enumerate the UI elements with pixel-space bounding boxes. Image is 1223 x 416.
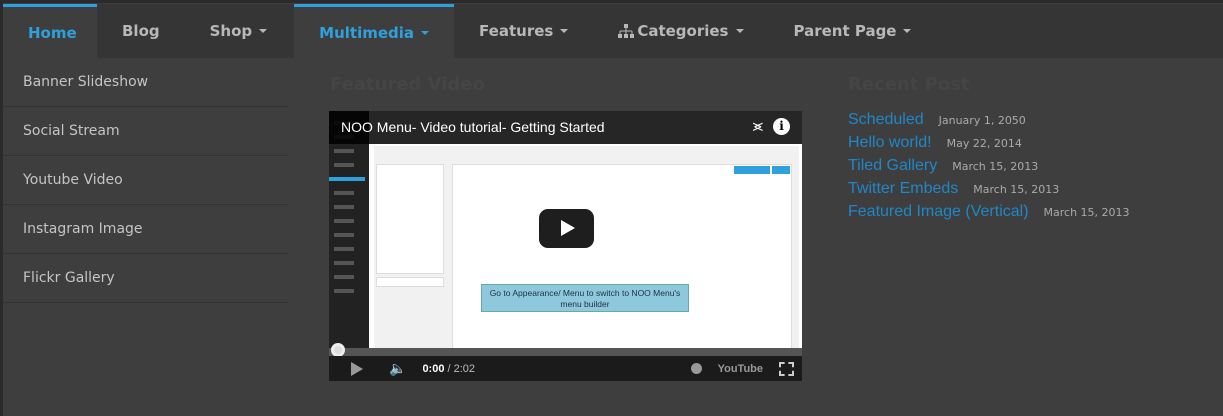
list-item: Scheduled January 1, 2050	[848, 111, 1130, 134]
youtube-player[interactable]: NOO Menu- Video tutorial- Getting Starte…	[329, 111, 802, 381]
submenu-item[interactable]: Youtube Video	[3, 156, 288, 205]
progress-bar[interactable]	[329, 348, 802, 356]
info-icon[interactable]: i	[773, 118, 790, 135]
nav-multimedia[interactable]: Multimedia	[294, 4, 455, 58]
progress-scrubber[interactable]	[331, 343, 345, 357]
submenu-item[interactable]: Social Stream	[3, 107, 288, 156]
nav-label: Shop	[209, 22, 253, 40]
post-link[interactable]: Hello world!	[848, 134, 932, 152]
duration: / 2:02	[447, 362, 475, 375]
nav-home[interactable]: Home	[3, 4, 97, 58]
video-annotation[interactable]: Go to Appearance/ Menu to switch to NOO …	[481, 284, 689, 312]
video-title-text: NOO Menu- Video tutorial- Getting Starte…	[341, 119, 605, 135]
page: Home Blog Shop Multimedia Features Categ…	[3, 3, 1223, 416]
caret-down-icon	[903, 29, 912, 33]
multimedia-submenu: Banner Slideshow Social Stream Youtube V…	[3, 58, 288, 303]
recent-posts-list: Scheduled January 1, 2050 Hello world! May…	[848, 111, 1130, 226]
nav-label: Parent Page	[793, 22, 897, 40]
post-date: March 15, 2013	[1043, 206, 1130, 219]
post-link[interactable]: Scheduled	[848, 111, 924, 129]
volume-icon[interactable]: 🔈	[389, 360, 406, 377]
post-date: March 15, 2013	[952, 160, 1039, 173]
sitemap-icon	[618, 24, 635, 38]
nav-label: Categories	[637, 22, 729, 40]
video-thumbnail-sidebar	[329, 111, 369, 356]
caret-down-icon	[735, 29, 744, 33]
post-date: March 15, 2013	[973, 183, 1060, 196]
nav-label: Features	[479, 22, 554, 40]
nav-label: Home	[28, 23, 77, 42]
post-date: May 22, 2014	[946, 137, 1022, 150]
nav-label: Multimedia	[319, 23, 415, 42]
recent-post-heading: Recent Post	[848, 74, 970, 95]
post-link[interactable]: Twitter Embeds	[848, 180, 958, 198]
list-item: Hello world! May 22, 2014	[848, 134, 1130, 157]
list-item: Twitter Embeds March 15, 2013	[848, 180, 1130, 203]
post-link[interactable]: Featured Image (Vertical)	[848, 203, 1029, 221]
list-item: Featured Image (Vertical) March 15, 2013	[848, 203, 1130, 226]
nav-parent-page[interactable]: Parent Page	[769, 4, 937, 58]
nav-blog[interactable]: Blog	[97, 4, 185, 58]
featured-video-heading: Featured Video	[330, 74, 485, 95]
caret-down-icon	[259, 29, 268, 33]
video-controls: 🔈 0:00 / 2:02 YouTube	[329, 356, 802, 381]
play-button-overlay[interactable]	[539, 209, 594, 248]
play-icon[interactable]	[351, 361, 363, 376]
nav-label: Blog	[122, 22, 160, 40]
submenu-item[interactable]: Flickr Gallery	[3, 254, 288, 303]
caret-down-icon	[560, 29, 569, 33]
caret-down-icon	[421, 30, 430, 35]
video-title[interactable]: NOO Menu- Video tutorial- Getting Starte…	[329, 111, 802, 144]
submenu-item[interactable]: Banner Slideshow	[3, 58, 288, 107]
watch-later-icon[interactable]	[690, 363, 702, 374]
main-nav: Home Blog Shop Multimedia Features Categ…	[3, 4, 1223, 58]
current-time: 0:00	[422, 362, 445, 375]
nav-shop[interactable]: Shop	[185, 4, 295, 58]
submenu-item[interactable]: Instagram Image	[3, 205, 288, 254]
post-link[interactable]: Tiled Gallery	[848, 157, 937, 175]
fullscreen-icon[interactable]	[779, 361, 794, 376]
youtube-logo[interactable]: YouTube	[718, 363, 763, 375]
list-item: Tiled Gallery March 15, 2013	[848, 157, 1130, 180]
nav-features[interactable]: Features	[454, 4, 593, 58]
post-date: January 1, 2050	[938, 114, 1026, 127]
video-thumbnail	[374, 146, 799, 356]
nav-categories[interactable]: Categories	[593, 4, 768, 58]
share-icon[interactable]: ⪤	[753, 118, 763, 136]
